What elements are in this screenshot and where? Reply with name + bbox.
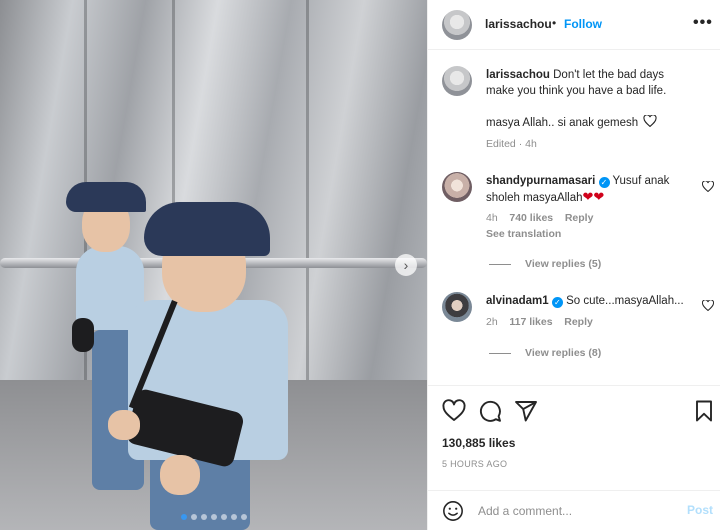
- post-comment-button[interactable]: Post: [687, 503, 713, 517]
- white-heart-icon: [643, 114, 657, 128]
- comment-line: sholeh masyaAllah❤❤: [486, 189, 604, 206]
- avatar[interactable]: [442, 172, 472, 202]
- verified-badge-icon: ✓: [598, 177, 610, 188]
- carousel-dot: [190, 514, 197, 520]
- comment-text: sholeh masyaAllah: [486, 192, 583, 204]
- emoji-icon[interactable]: [442, 500, 464, 522]
- follow-button[interactable]: Follow: [564, 17, 602, 31]
- red-heart-emoji: ❤❤: [582, 189, 605, 204]
- comment-text: So cute...masyaAllah...: [566, 295, 684, 307]
- post-actions: 130,885 likes 5 HOURS AGO: [428, 385, 720, 495]
- avatar[interactable]: [442, 66, 472, 96]
- view-replies-button[interactable]: View replies (8): [489, 347, 601, 359]
- view-replies-button[interactable]: View replies (5): [489, 258, 601, 270]
- comment-line: shandypurnamasari ✓ Yusuf anak: [486, 173, 669, 189]
- carousel-dot: [230, 514, 237, 520]
- comment-text: Yusuf anak: [612, 175, 670, 187]
- post-header: larissachou • Follow •••: [428, 0, 720, 50]
- see-translation-label[interactable]: See translation: [486, 228, 561, 240]
- see-translation-link[interactable]: See translation: [486, 228, 561, 240]
- avatar[interactable]: [442, 292, 472, 322]
- caption-text: masya Allah.. si anak gemesh: [486, 117, 639, 129]
- caption-line-1: larissachou Don't let the bad days: [486, 67, 664, 83]
- comment-line: alvinadam1 ✓ So cute...masyaAllah...: [486, 293, 684, 309]
- post-side-panel: larissachou • Follow ••• larissachou Don…: [427, 0, 720, 530]
- more-horizontal-icon[interactable]: •••: [693, 14, 713, 32]
- separator-dot: •: [552, 16, 557, 30]
- comment-input[interactable]: [478, 501, 678, 521]
- likes-count[interactable]: 130,885 likes: [442, 436, 515, 450]
- comment-username[interactable]: shandypurnamasari: [486, 175, 595, 187]
- comment-meta: 4h 740 likes Reply: [486, 212, 593, 224]
- caption-line-3: masya Allah.. si anak gemesh: [486, 114, 657, 131]
- comment-likes[interactable]: 117 likes: [509, 316, 552, 328]
- verified-badge-icon: ✓: [551, 297, 563, 308]
- carousel-next-button[interactable]: ›: [395, 254, 417, 276]
- comment-icon[interactable]: [478, 399, 502, 423]
- author-username[interactable]: larissachou: [485, 17, 552, 31]
- carousel-dot: [210, 514, 217, 520]
- caption-text: Don't let the bad days: [553, 69, 665, 81]
- caption-username[interactable]: larissachou: [486, 69, 550, 81]
- post-photo[interactable]: ›: [0, 0, 427, 530]
- share-send-icon[interactable]: [514, 399, 538, 423]
- carousel-dot: [200, 514, 207, 520]
- caption-meta: Edited · 4h: [486, 138, 537, 150]
- reply-divider: [489, 263, 511, 265]
- save-bookmark-icon[interactable]: [692, 399, 716, 423]
- carousel-dot: [180, 514, 187, 520]
- like-heart-icon[interactable]: [442, 399, 466, 423]
- avatar[interactable]: [442, 10, 472, 40]
- comment-meta: 2h 117 likes Reply: [486, 316, 593, 328]
- like-comment-heart-icon[interactable]: [702, 181, 714, 192]
- like-comment-heart-icon[interactable]: [702, 300, 714, 311]
- chevron-right-icon: ›: [403, 257, 409, 273]
- comment-time: 2h: [486, 316, 498, 328]
- comment-username[interactable]: alvinadam1: [486, 295, 549, 307]
- carousel-dot: [240, 514, 247, 520]
- view-replies-label[interactable]: View replies (5): [525, 258, 601, 270]
- comment-composer: Post: [428, 490, 720, 530]
- comment-likes[interactable]: 740 likes: [509, 212, 553, 224]
- reply-button[interactable]: Reply: [564, 316, 593, 328]
- post-timestamp: 5 HOURS AGO: [442, 459, 508, 469]
- caption-line-2: make you think you have a bad life.: [486, 85, 667, 97]
- reply-divider: [489, 352, 511, 354]
- comments-list[interactable]: larissachou Don't let the bad days make …: [428, 51, 720, 385]
- comment-time: 4h: [486, 212, 498, 224]
- carousel-indicator: [0, 514, 427, 520]
- view-replies-label[interactable]: View replies (8): [525, 347, 601, 359]
- reply-button[interactable]: Reply: [565, 212, 594, 224]
- carousel-dot: [220, 514, 227, 520]
